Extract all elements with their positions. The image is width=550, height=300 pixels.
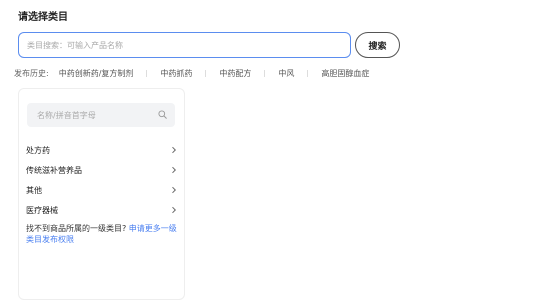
category-list: 处方药 传统滋补营养品 其他 医疗器械 [26,140,178,220]
help-text: 找不到商品所属的一级类目? [26,224,127,233]
history-item[interactable]: 中风 [278,68,294,79]
search-button[interactable]: 搜索 [355,32,400,58]
category-item-label: 传统滋补营养品 [26,165,82,175]
chevron-right-icon [172,166,177,174]
chevron-right-icon [172,146,177,154]
history-item[interactable]: 高胆固醇血症 [321,68,369,79]
category-item-tonic[interactable]: 传统滋补营养品 [26,160,178,180]
category-item-prescription[interactable]: 处方药 [26,140,178,160]
search-input[interactable] [19,33,350,58]
history-item[interactable]: 中药抓药 [160,68,192,79]
category-panel: 处方药 传统滋补营养品 其他 医疗器械 找不到商品所属的一级类目? 申请更多一级 [18,88,185,300]
search-icon[interactable] [158,110,167,119]
history-label: 发布历史: [14,68,49,78]
divider [205,69,207,77]
divider [307,69,309,77]
publish-history: 发布历史: 中药创新药/复方制剂 中药抓药 中药配方 中风 高胆固醇血症 [14,67,369,79]
category-item-label: 医疗器械 [26,205,58,215]
category-search[interactable] [27,103,175,128]
chevron-right-icon [172,206,177,214]
divider [264,69,266,77]
chevron-right-icon [172,186,177,194]
category-item-medical-devices[interactable]: 医疗器械 [26,200,178,220]
category-help: 找不到商品所属的一级类目? 申请更多一级类目发布权限 [26,223,178,245]
history-item[interactable]: 中药创新药/复方制剂 [59,68,134,79]
category-search-input[interactable] [27,103,175,128]
category-item-label: 其他 [26,185,42,195]
category-item-other[interactable]: 其他 [26,180,178,200]
category-item-label: 处方药 [26,145,50,155]
history-item[interactable]: 中药配方 [219,68,251,79]
page-title: 请选择类目 [18,12,68,23]
search-row: 搜索 [18,32,400,58]
search-box[interactable] [18,32,351,58]
divider [146,69,148,77]
